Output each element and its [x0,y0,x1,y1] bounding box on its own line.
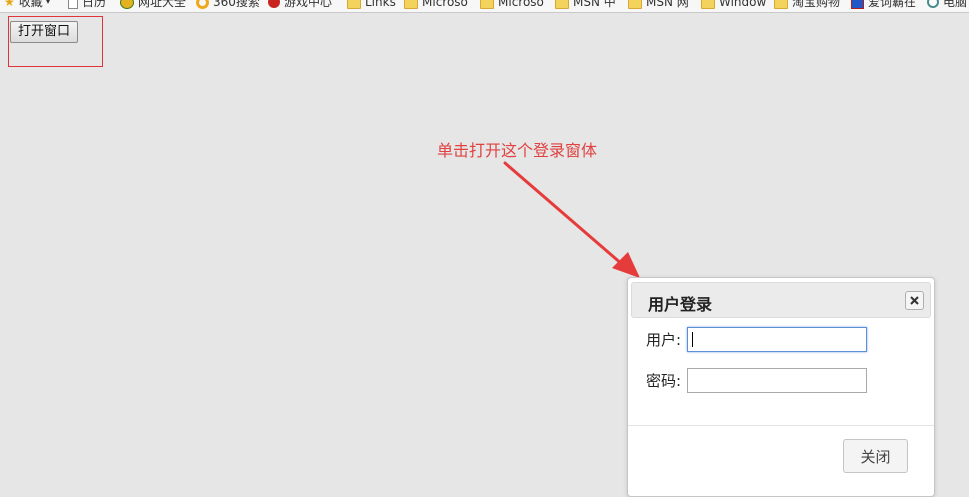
bookmark-item[interactable]: 淘宝购物 [774,0,840,10]
close-icon [910,296,919,305]
folder-icon [480,0,494,9]
text-caret [692,332,693,347]
game-icon [268,0,280,8]
folder-icon [628,0,642,9]
bookmark-label: Microso [422,0,468,9]
bookmark-item[interactable]: 爱词霸在 [851,0,916,10]
open-window-button[interactable]: 打开窗口 [10,21,79,43]
bookmark-item[interactable]: Window [701,0,766,10]
bookmark-label: 淘宝购物 [792,0,841,9]
close-button[interactable]: 关闭 [843,439,908,473]
globe-icon [120,0,134,9]
bookmark-label: 电脑 [943,0,968,9]
bookmark-label: 360搜索 [213,0,260,9]
bookmark-item[interactable]: ★ 收藏 ▾ [4,0,50,10]
password-label: 密码: [646,372,682,390]
bookmark-item[interactable]: 电脑 [927,0,967,10]
dialog-title: 用户登录 [648,295,713,314]
bookmark-label: 网址大全 [138,0,187,9]
bookmark-item[interactable]: 网址大全 [120,0,186,10]
bookmark-item[interactable]: MSN 中 [555,0,616,10]
folder-icon [555,0,569,9]
username-input-wrap [687,327,867,352]
folder-icon [774,0,788,9]
dictionary-icon [851,0,864,9]
bookmark-label: MSN 中 [573,0,616,9]
bookmark-item[interactable]: 360搜索 [196,0,260,10]
annotation-text: 单击打开这个登录窗体 [437,141,598,160]
bookmarks-bar: ★ 收藏 ▾ 日历 网址大全 360搜索 游戏中心 Links Microso … [0,0,969,13]
bookmark-label: 爱词霸在 [868,0,917,9]
star-icon: ★ [4,0,15,9]
login-dialog: 用户登录 用户: 密码: 关闭 [627,277,935,497]
bookmark-item[interactable]: Microso [480,0,544,10]
username-input[interactable] [687,327,867,352]
bookmark-label: 游戏中心 [284,0,333,9]
folder-icon [701,0,715,9]
bookmark-label: 日历 [82,0,107,9]
username-label: 用户: [646,331,682,349]
page-icon [68,0,78,9]
chevron-down-icon: ▾ [45,0,51,7]
folder-icon [404,0,418,9]
dialog-divider [628,425,934,426]
bookmark-item[interactable]: 游戏中心 [268,0,332,10]
bookmark-label: MSN 网 [646,0,689,9]
dialog-header[interactable]: 用户登录 [631,282,931,318]
bookmark-label: Links [365,0,396,9]
bookmark-item[interactable]: MSN 网 [628,0,689,10]
password-input[interactable] [687,368,867,393]
password-row: 密码: [646,368,867,393]
bookmark-label: Window [719,0,767,9]
computer-icon [927,0,939,8]
bookmark-item[interactable]: Links [347,0,396,10]
username-row: 用户: [646,327,867,352]
bookmark-label: Microso [498,0,544,9]
dialog-close-x-button[interactable] [905,291,924,310]
bookmark-label: 收藏 [18,0,43,9]
bookmark-item[interactable]: 日历 [68,0,106,10]
bookmark-item[interactable]: Microso [404,0,468,10]
folder-icon [347,0,361,9]
ring-icon [196,0,209,9]
